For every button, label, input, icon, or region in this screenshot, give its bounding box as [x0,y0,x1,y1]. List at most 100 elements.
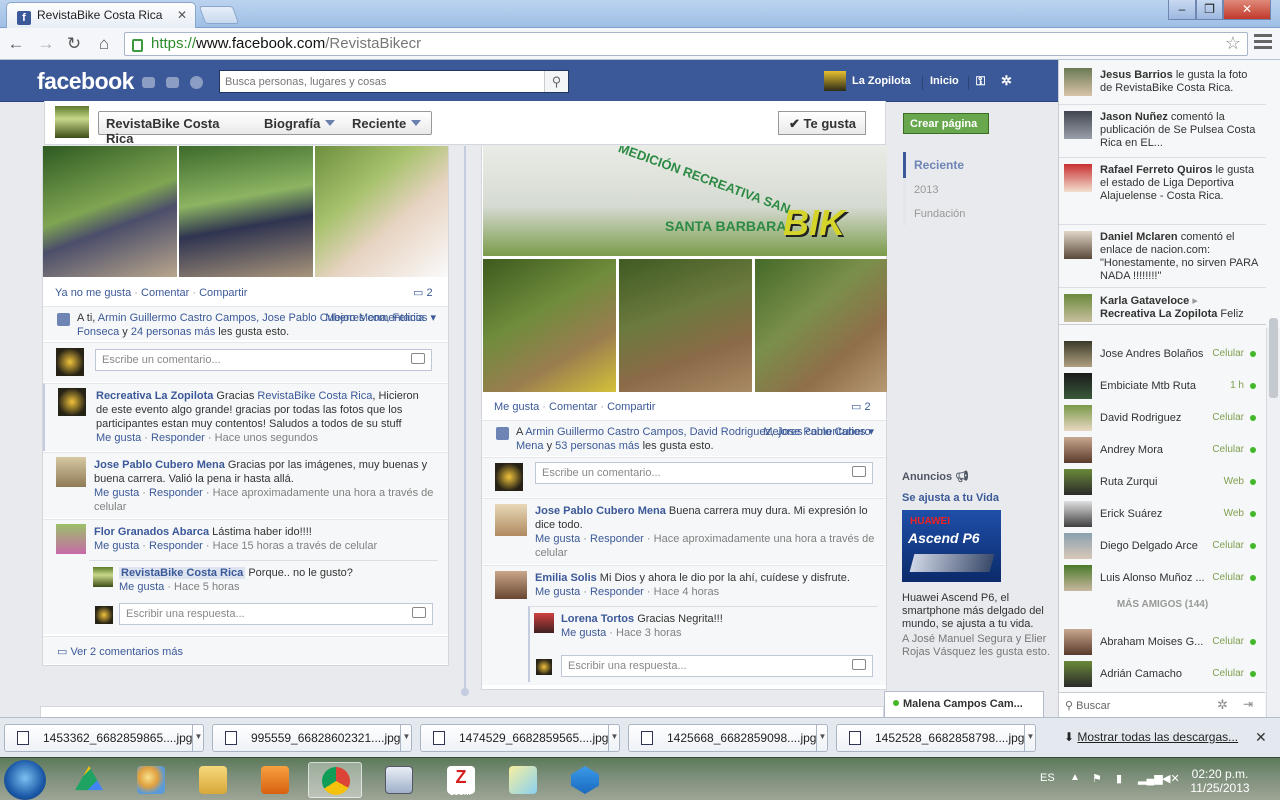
chat-tab[interactable]: Malena Campos Cam... [884,691,1044,717]
recent-dropdown[interactable]: Reciente [345,111,432,135]
search-icon[interactable]: ⚲ [544,71,568,92]
reload-icon[interactable]: ↻ [64,34,84,54]
post-photo[interactable] [619,259,752,392]
reply-author[interactable]: Lorena Tortos [561,613,634,625]
unlike-link[interactable]: Ya no me gusta [55,287,131,299]
avatar[interactable] [56,457,86,487]
comment-count[interactable]: ▭ 2 [413,286,433,299]
comment-like-link[interactable]: Me gusta [94,487,139,499]
post-photo-large[interactable]: MEDICIÓN RECREATIVA SAN SANTA BARBARA BI… [483,146,887,256]
comment-like-link[interactable]: Me gusta [96,432,141,444]
taskbar-app[interactable] [248,762,302,798]
close-download-bar-icon[interactable]: ✕ [1255,729,1267,746]
popout-icon[interactable]: ⇥ [1243,697,1253,711]
comment-input[interactable]: Escribe un comentario... [95,349,432,371]
reply-like-link[interactable]: Me gusta [119,581,164,593]
volume-muted-icon[interactable]: ◀✕ [1162,772,1180,785]
chevron-down-icon[interactable]: ▼ [400,725,412,751]
share-link[interactable]: Compartir [199,287,247,299]
new-tab-button[interactable] [198,6,240,24]
timeline-nav-recent[interactable]: Reciente [903,152,1023,178]
best-comments-dropdown[interactable]: Mejores comentarios ▾ [325,311,436,325]
taskbar-app[interactable]: Zzoom [434,762,488,798]
comment-reply-link[interactable]: Responder [590,586,644,598]
timeline-nav-founded[interactable]: Fundación [903,202,1023,226]
comment-input[interactable]: Escribe un comentario... [535,462,873,484]
chat-options-gear-icon[interactable]: ✲ [1217,697,1228,713]
like-link[interactable]: Me gusta [494,401,539,413]
facebook-search-input[interactable]: Busca personas, lugares y cosas ⚲ [219,70,569,93]
camera-icon[interactable] [852,466,866,477]
bookmark-star-icon[interactable]: ☆ [1225,33,1241,54]
back-arrow-icon[interactable]: ← [6,34,26,54]
browser-tab[interactable]: f RevistaBike Costa Rica ✕ [6,2,196,28]
camera-icon[interactable] [411,353,425,364]
taskbar-app[interactable] [496,762,550,798]
comment-like-link[interactable]: Me gusta [535,533,580,545]
avatar[interactable] [58,388,86,416]
download-item[interactable]: 995559_66828602321....jpg ▼ [212,724,412,752]
messages-icon[interactable] [166,77,179,88]
post-photo[interactable] [483,259,616,392]
chat-friend-item[interactable]: Erick Suárez Web [1059,499,1266,529]
post-photo[interactable] [179,146,313,277]
avatar[interactable] [534,613,554,633]
reply-like-link[interactable]: Me gusta [561,627,606,639]
chrome-menu-icon[interactable] [1254,34,1272,50]
maximize-button[interactable]: ❐ [1196,0,1223,20]
language-indicator[interactable]: ES [1040,772,1055,784]
taskbar-app-active[interactable] [308,762,362,798]
chat-friend-item[interactable]: Embiciate Mtb Ruta 1 h [1059,371,1266,401]
show-hidden-icons-icon[interactable]: ▲ [1070,772,1080,783]
chat-friend-item[interactable]: Ruta Zurqui Web [1059,467,1266,497]
address-bar[interactable]: https://www.facebook.com/RevistaBikecr ☆ [124,32,1248,56]
comment-like-link[interactable]: Me gusta [94,540,139,552]
avatar[interactable] [495,504,527,536]
comment-reply-link[interactable]: Responder [149,487,203,499]
comment-link[interactable]: Comentar [141,287,189,299]
settings-gear-icon[interactable]: ✲ [1001,73,1012,89]
network-signal-icon[interactable]: ▂▄▆ [1138,772,1163,785]
friend-requests-icon[interactable] [142,77,155,88]
close-window-button[interactable]: ✕ [1223,0,1271,20]
commenter-name[interactable]: Jose Pablo Cubero Mena [94,459,225,471]
ticker-item[interactable]: Rafael Ferreto Quiros le gusta el estado… [1059,159,1266,225]
taskbar-app[interactable] [558,762,612,798]
comment-like-link[interactable]: Me gusta [535,586,580,598]
commenter-name[interactable]: Emilia Solis [535,572,597,584]
chat-friend-item[interactable]: Jose Andres Bolaños Celular [1059,339,1266,369]
post-photo[interactable] [43,146,177,277]
download-item[interactable]: 1453362_6682859865....jpg ▼ [4,724,204,752]
home-icon[interactable]: ⌂ [94,34,114,54]
avatar[interactable] [56,524,86,554]
comment-reply-link[interactable]: Responder [590,533,644,545]
taskbar-app[interactable] [62,762,116,798]
timeline-dropdown[interactable]: Biografía [257,111,346,135]
comment-count[interactable]: ▭ 2 [851,400,871,413]
commenter-name[interactable]: Flor Granados Abarca [94,526,209,538]
taskbar-app[interactable] [124,762,178,798]
timeline-nav-2013[interactable]: 2013 [903,178,1023,202]
chat-friend-item[interactable]: David Rodriguez Celular [1059,403,1266,433]
taskbar-app[interactable] [372,762,426,798]
download-item[interactable]: 1425668_6682859098....jpg ▼ [628,724,828,752]
page-avatar[interactable] [55,106,89,138]
comment-reply-link[interactable]: Responder [149,540,203,552]
like-page-button[interactable]: ✔ Te gusta [778,111,866,135]
view-more-comments-link[interactable]: Ver 2 comentarios más [70,646,183,658]
minimize-button[interactable]: – [1168,0,1196,20]
chat-search-input[interactable]: ⚲ Buscar ✲ ⇥ [1058,692,1265,717]
sidebar-scrollbar[interactable] [1266,318,1280,720]
share-link[interactable]: Compartir [607,401,655,413]
chevron-down-icon[interactable]: ▼ [1024,725,1036,751]
battery-icon[interactable]: ▮ [1116,772,1122,785]
reply-author[interactable]: RevistaBike Costa Rica [119,567,246,579]
chat-friend-item[interactable]: Adrián Camacho Celular [1059,659,1266,689]
ticker-item[interactable]: Jason Nuñez comentó la publicación de Se… [1059,106,1266,158]
chevron-down-icon[interactable]: ▼ [608,725,620,751]
download-item[interactable]: 1474529_6682859565....jpg ▼ [420,724,620,752]
chat-friend-item[interactable]: Abraham Moises G... Celular [1059,627,1266,657]
ticker-item[interactable]: Jesus Barrios le gusta la foto de Revist… [1059,60,1266,105]
system-clock[interactable]: 02:20 p.m. 11/25/2013 [1180,767,1260,795]
forward-arrow-icon[interactable]: → [36,34,56,54]
